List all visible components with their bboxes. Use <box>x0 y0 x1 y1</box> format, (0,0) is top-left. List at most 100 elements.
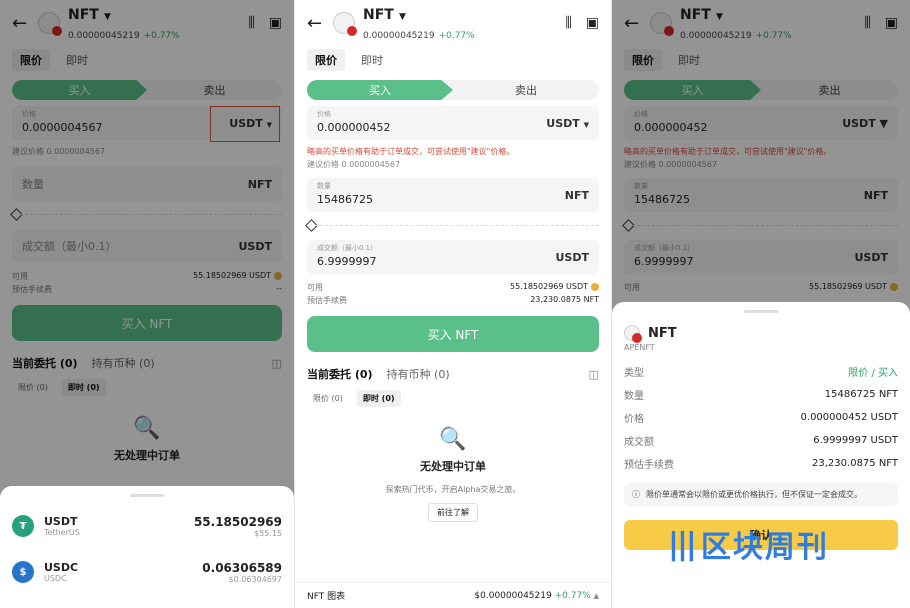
side-switch: 买入 卖出 <box>12 80 282 100</box>
header-icons: ⫼ ▣ <box>248 15 282 31</box>
subtab-limit[interactable]: 限价 (0) <box>12 379 54 396</box>
amount-field[interactable]: 成交额（最小0.1） USDT <box>12 229 282 263</box>
price-value: 0.000000452 <box>317 120 391 134</box>
token-logo-icon <box>624 325 642 343</box>
back-arrow-icon[interactable]: ← <box>12 13 38 34</box>
panel-confirm: ← NFT ▼ 0.00000045219 +0.77% ⫼ ▣ 限价 即时 买入… <box>612 0 910 608</box>
watermark-text: 区块周刊 <box>700 530 829 565</box>
tab-instant[interactable]: 即时 <box>58 49 96 71</box>
usdt-coin-icon <box>591 282 599 291</box>
tab-limit[interactable]: 限价 <box>307 49 345 71</box>
chevron-up-icon: ▲ <box>593 591 599 600</box>
price-field[interactable]: 价格 0.000000452 USDT ▼ <box>307 106 599 140</box>
watermark-logo-icon: ||| <box>668 526 697 562</box>
sheet-handle[interactable] <box>744 310 778 313</box>
chart-icon[interactable]: ⫼ <box>864 15 870 31</box>
price-unit-select[interactable]: USDT ▼ <box>546 117 589 130</box>
usdt-coin-icon <box>274 271 282 280</box>
buy-side-button[interactable]: 买入 <box>12 80 147 100</box>
learn-more-button[interactable]: 前往了解 <box>428 503 478 522</box>
highlight-box <box>210 106 280 142</box>
tab-holdings[interactable]: 持有币种 (0) <box>92 355 155 371</box>
chart-icon[interactable]: ⫼ <box>248 15 254 31</box>
quantity-value: 15486725 <box>317 192 373 206</box>
side-switch: 买入 卖出 <box>624 80 898 100</box>
amount-slider[interactable] <box>305 219 599 232</box>
orders-tabs: 当前委托 (0) 持有币种 (0) ◫ <box>0 351 294 375</box>
order-type-tabs: 限价 即时 <box>295 46 611 74</box>
chevron-down-icon: ▼ <box>398 12 406 22</box>
amount-slider[interactable] <box>10 208 282 221</box>
token-info[interactable]: NFT ▼ 0.00000045219 +0.77% <box>680 4 792 42</box>
footer-label: NFT 图表 <box>307 592 346 602</box>
tab-current-orders[interactable]: 当前委托 (0) <box>307 366 373 382</box>
confirm-token-name: NFT <box>648 325 677 341</box>
chevron-down-icon: ▼ <box>103 12 111 22</box>
available-row: 可用 55.18502969 USDT <box>12 271 282 282</box>
token-info[interactable]: NFT ▼ 0.00000045219 +0.77% <box>363 4 475 42</box>
detail-row: 数量 15486725 NFT <box>624 389 898 402</box>
header-icons: ⫼ ▣ <box>864 15 898 31</box>
quantity-field[interactable]: 数量 NFT <box>12 167 282 201</box>
price-warning: 略高的买单价格有助于订单成交，可尝试使用"建议"价格。 <box>307 147 515 156</box>
detail-row: 预估手续费 23,230.0875 NFT <box>624 458 898 471</box>
confirm-token-row: NFT <box>612 319 910 343</box>
token-logo-icon <box>38 12 62 36</box>
confirm-details: 类型 限价 / 买入 数量 15486725 NFT 价格 0.000000452 U… <box>612 360 910 475</box>
token-info[interactable]: NFT ▼ 0.00000045219 +0.77% <box>68 4 180 42</box>
empty-state: 🔍 无处理中订单 探索热门代币，开启Alpha交易之旅。 前往了解 <box>295 411 611 522</box>
confirm-token-sub: APENFT <box>624 343 655 352</box>
buy-side-button[interactable]: 买入 <box>307 80 453 100</box>
asset-item[interactable]: $ USDC USDC 0.06306589 $0.06304697 <box>0 549 294 595</box>
empty-desc: 探索热门代币，开启Alpha交易之旅。 <box>385 485 521 494</box>
suggested-price: 建议价格 0.0000004567 <box>307 160 401 169</box>
order-book-icon[interactable]: ▣ <box>885 15 898 31</box>
search-empty-icon: 🔍 <box>133 416 161 441</box>
history-icon[interactable]: ◫ <box>272 357 282 370</box>
history-icon[interactable]: ◫ <box>589 368 599 381</box>
quantity-field[interactable]: 数量 15486725 NFT <box>624 178 898 212</box>
subtab-limit[interactable]: 限价 (0) <box>307 390 349 407</box>
price-field[interactable]: 价格 0.000000452 USDT ▼ <box>624 106 898 140</box>
amount-field[interactable]: 成交额（最小0.1） 6.9999997 USDT <box>307 240 599 274</box>
quantity-field[interactable]: 数量 15486725 NFT <box>307 178 599 212</box>
usdt-logo-icon: ₮ <box>12 515 34 537</box>
detail-row: 类型 限价 / 买入 <box>624 368 898 379</box>
back-arrow-icon[interactable]: ← <box>624 13 650 34</box>
order-type-tabs: 限价 即时 <box>0 46 294 74</box>
header-icons: ⫼ ▣ <box>565 15 599 31</box>
suggested-price: 建议价格 0.0000004567 <box>12 147 106 156</box>
sheet-handle[interactable] <box>130 494 164 497</box>
orders-tabs: 当前委托 (0) 持有币种 (0) ◫ <box>295 362 611 386</box>
buy-nft-button[interactable]: 买入 NFT <box>12 305 282 341</box>
detail-row: 价格 0.000000452 USDT <box>624 412 898 425</box>
subtab-instant[interactable]: 即时 (0) <box>61 379 106 396</box>
price-value: 0.0000004567 <box>22 120 103 134</box>
tab-current-orders[interactable]: 当前委托 (0) <box>12 355 78 371</box>
order-type-tabs: 限价 即时 <box>612 46 910 74</box>
buy-nft-button[interactable]: 买入 NFT <box>307 316 599 352</box>
asset-item[interactable]: ₮ USDT TetherUS 55.18502969 $55.15 <box>0 503 294 549</box>
token-price: 0.00000045219 <box>68 31 140 41</box>
sell-side-button[interactable]: 卖出 <box>147 80 282 100</box>
empty-title: 无处理中订单 <box>420 460 486 473</box>
amount-field[interactable]: 成交额（最小0.1） 6.9999997 USDT <box>624 240 898 274</box>
sell-side-button[interactable]: 卖出 <box>453 80 599 100</box>
watermark: ||| 区块周刊 <box>668 520 888 568</box>
chart-icon[interactable]: ⫼ <box>565 15 571 31</box>
order-subtabs: 限价 (0) 即时 (0) <box>0 375 294 400</box>
order-book-icon[interactable]: ▣ <box>269 15 282 31</box>
fee-row: 预估手续费 23,230.0875 NFT <box>307 295 599 305</box>
order-book-icon[interactable]: ▣ <box>586 15 599 31</box>
quantity-placeholder: 数量 <box>22 178 44 191</box>
subtab-instant[interactable]: 即时 (0) <box>356 390 401 407</box>
back-arrow-icon[interactable]: ← <box>307 13 333 34</box>
token-logo-icon <box>333 12 357 36</box>
tab-instant[interactable]: 即时 <box>353 49 391 71</box>
token-name: NFT <box>68 7 99 23</box>
tab-limit[interactable]: 限价 <box>12 49 50 71</box>
chart-footer[interactable]: NFT 图表 $0.00000045219 +0.77% ▲ <box>295 582 611 608</box>
tab-holdings[interactable]: 持有币种 (0) <box>387 366 450 382</box>
info-icon: ⓘ <box>632 490 640 499</box>
search-empty-icon: 🔍 <box>439 427 467 452</box>
